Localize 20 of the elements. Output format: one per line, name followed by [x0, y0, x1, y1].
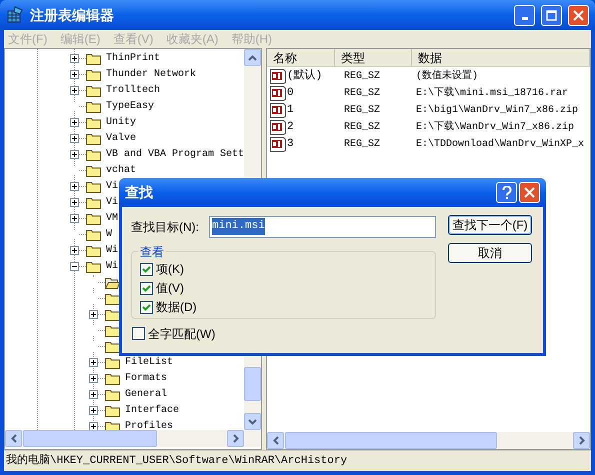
- value-type: REG_SZ: [343, 87, 382, 101]
- dialog-title: 查找: [125, 183, 154, 202]
- find-target-label: 查找目标(N):: [131, 218, 199, 236]
- value-data: (数值未设置): [416, 71, 478, 82]
- value-data: E:\big1\WanDrv_Win7_x86.zip: [416, 105, 578, 116]
- value-name: 1: [287, 103, 294, 118]
- value-type: REG_SZ: [343, 104, 382, 118]
- value-type: REG_SZ: [343, 70, 382, 84]
- value-data: E:\下载\WanDrv_Win7_x86.zip: [416, 122, 574, 133]
- selected-text: mini.msi: [212, 218, 265, 235]
- value-data: E:\下载\mini.msi_18716.rar: [416, 88, 568, 99]
- window-title: 注册表编辑器: [30, 6, 115, 24]
- value-name: 3: [287, 137, 294, 152]
- value-name: (默认): [287, 68, 322, 84]
- status-text: 我的电脑\HKEY_CURRENT_USER\Software\WinRAR\ArcHistory: [6, 452, 348, 469]
- value-type: REG_SZ: [343, 138, 382, 152]
- value-name: 0: [287, 86, 294, 102]
- value-data: E:\TDDownload\WanDrv_WinXP_x: [416, 139, 584, 150]
- value-type: REG_SZ: [343, 121, 382, 135]
- value-name: 2: [287, 120, 294, 136]
